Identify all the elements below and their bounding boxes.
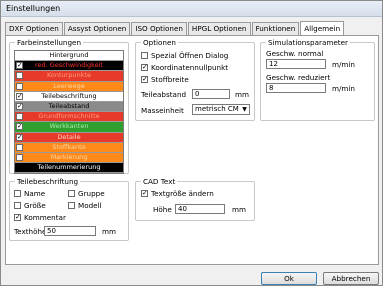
tab-iso-optionen[interactable]: ISO Optionen: [131, 22, 187, 35]
color-row-checkbox[interactable]: [16, 61, 23, 70]
teileabstand-label: Teileabstand: [141, 90, 187, 99]
color-row-checkbox[interactable]: [16, 92, 23, 101]
masseinheit-value: metrisch CM: [195, 105, 239, 113]
color-row-checkbox[interactable]: [16, 122, 23, 131]
color-row-label: Teilebeschriftung: [41, 91, 97, 100]
teilebeschriftung-title: Teilebeschriftung: [15, 177, 81, 186]
geschw-reduziert-input[interactable]: 8: [266, 83, 326, 93]
color-row-checkbox[interactable]: [16, 102, 23, 111]
stoffbreite-checkbox[interactable]: [141, 75, 148, 83]
geschw-normal-input[interactable]: 12: [266, 59, 326, 69]
color-row-checkbox[interactable]: [16, 133, 23, 142]
color-row[interactable]: Hintergrund: [15, 51, 123, 62]
color-row-checkbox[interactable]: [16, 153, 23, 161]
color-row[interactable]: Detaile: [15, 132, 123, 143]
textgroesse-aendern-checkbox[interactable]: [141, 189, 148, 197]
simulationsparameter-title: Simulationsparameter: [266, 38, 350, 47]
texthoehe-input[interactable]: 50: [44, 226, 96, 236]
color-row-label: Teileabstand: [48, 101, 90, 110]
color-row-label: Werkkanten: [49, 122, 89, 131]
tab-panel-allgemein: Farbeinstellungen Hintergrund red. Geschw…: [5, 35, 379, 265]
color-row-label: Detaile: [57, 132, 81, 141]
gruppe-label: Gruppe: [78, 189, 105, 198]
abbrechen-button[interactable]: Abbrechen: [323, 272, 379, 285]
tab-strip: DXF Optionen Assyst Optionen ISO Optione…: [5, 21, 345, 35]
color-row-label: Hintergrund: [49, 51, 89, 59]
color-row-checkbox[interactable]: [16, 72, 23, 80]
modell-checkbox[interactable]: [68, 202, 75, 209]
kommentar-checkbox[interactable]: [14, 213, 21, 221]
color-row[interactable]: Teileabstand: [15, 101, 123, 113]
masseinheit-select[interactable]: metrisch CM ▼: [192, 104, 250, 115]
tab-dxf-optionen[interactable]: DXF Optionen: [5, 22, 63, 35]
gruppe-checkbox[interactable]: [68, 190, 75, 197]
color-row[interactable]: red. Geschwindigkeit: [15, 61, 123, 72]
optionen-title: Optionen: [141, 38, 178, 47]
tab-hpgl-optionen[interactable]: HPGL Optionen: [187, 22, 251, 35]
color-row[interactable]: Teilenummerierung: [15, 163, 123, 174]
window-title: Einstellungen: [6, 4, 61, 13]
textgroesse-aendern-label: Textgröße ändern: [151, 189, 214, 198]
simulationsparameter-group: Simulationsparameter Geschw. normal 12 m…: [260, 38, 375, 121]
optionen-group: Optionen Spezial Öffnen Dialog Koordinat…: [135, 38, 255, 121]
stoffbreite-label: Stoffbreite: [151, 75, 189, 84]
name-label: Name: [24, 189, 46, 198]
texthoehe-unit: mm: [102, 227, 117, 236]
teileabstand-input[interactable]: 0: [192, 89, 230, 99]
ok-button[interactable]: Ok: [261, 272, 317, 285]
geschw-normal-label: Geschw. normal: [266, 49, 324, 58]
name-checkbox[interactable]: [14, 190, 21, 197]
color-row[interactable]: Grundformschnitte: [15, 112, 123, 123]
color-row-checkbox[interactable]: [16, 82, 23, 90]
color-row-label: Teilenummerierung: [37, 163, 101, 172]
farbeinstellungen-title: Farbeinstellungen: [15, 38, 83, 47]
color-row-label: Grundformschnitte: [38, 112, 100, 121]
teilebeschriftung-group: Teilebeschriftung Name Gruppe Größe Mode…: [9, 177, 129, 241]
kommentar-label: Kommentar: [24, 213, 66, 222]
color-row[interactable]: Teilebeschriftung: [15, 91, 123, 102]
color-row[interactable]: Leerwege: [15, 81, 123, 92]
tab-allgemein[interactable]: Allgemein: [300, 21, 345, 35]
masseinheit-label: Masseinheit: [141, 106, 184, 115]
color-row[interactable]: Konturpunkte: [15, 71, 123, 82]
geschw-reduziert-label: Geschw. reduziert: [266, 73, 331, 82]
title-bar: Einstellungen: [1, 1, 382, 17]
tab-assyst-optionen[interactable]: Assyst Optionen: [63, 22, 131, 35]
color-row[interactable]: Stoffkante: [15, 142, 123, 153]
color-row[interactable]: Markierung: [15, 152, 123, 164]
color-row-label: Konturpunkte: [46, 71, 92, 80]
settings-window: Einstellungen DXF Optionen Assyst Option…: [0, 0, 383, 286]
hoehe-input[interactable]: 40: [175, 204, 225, 214]
koordinatennullpunkt-checkbox[interactable]: [141, 63, 148, 71]
spezial-oeffnen-checkbox[interactable]: [141, 52, 148, 59]
geschw-reduziert-unit: m/min: [332, 84, 355, 93]
texthoehe-label: Texthöhe: [14, 227, 47, 236]
color-row-checkbox[interactable]: [16, 143, 23, 151]
cad-text-group: CAD Text Textgröße ändern Höhe 40 mm: [135, 177, 255, 221]
farbeinstellungen-group: Farbeinstellungen Hintergrund red. Geschw…: [9, 38, 129, 175]
color-list: Hintergrund red. GeschwindigkeitKonturpun…: [14, 50, 124, 175]
chevron-down-icon[interactable]: ▼: [240, 105, 249, 114]
groesse-checkbox[interactable]: [14, 202, 21, 209]
teileabstand-unit: mm: [235, 90, 250, 99]
modell-label: Modell: [78, 201, 102, 210]
color-row-label: red. Geschwindigkeit: [34, 61, 104, 70]
koordinatennullpunkt-label: Koordinatennullpunkt: [151, 63, 229, 72]
hoehe-label: Höhe: [153, 205, 172, 214]
color-row-label: Leerwege: [53, 81, 85, 90]
spezial-oeffnen-label: Spezial Öffnen Dialog: [151, 51, 229, 60]
tab-funktionen[interactable]: Funktionen: [251, 22, 300, 35]
color-row[interactable]: Werkkanten: [15, 122, 123, 133]
color-row-checkbox[interactable]: [16, 113, 23, 121]
geschw-normal-unit: m/min: [332, 60, 355, 69]
groesse-label: Größe: [24, 201, 46, 210]
cad-text-title: CAD Text: [141, 177, 178, 186]
hoehe-unit: mm: [232, 205, 247, 214]
color-row-label: Markierung: [50, 152, 88, 161]
color-row-label: Stoffkante: [52, 142, 86, 151]
